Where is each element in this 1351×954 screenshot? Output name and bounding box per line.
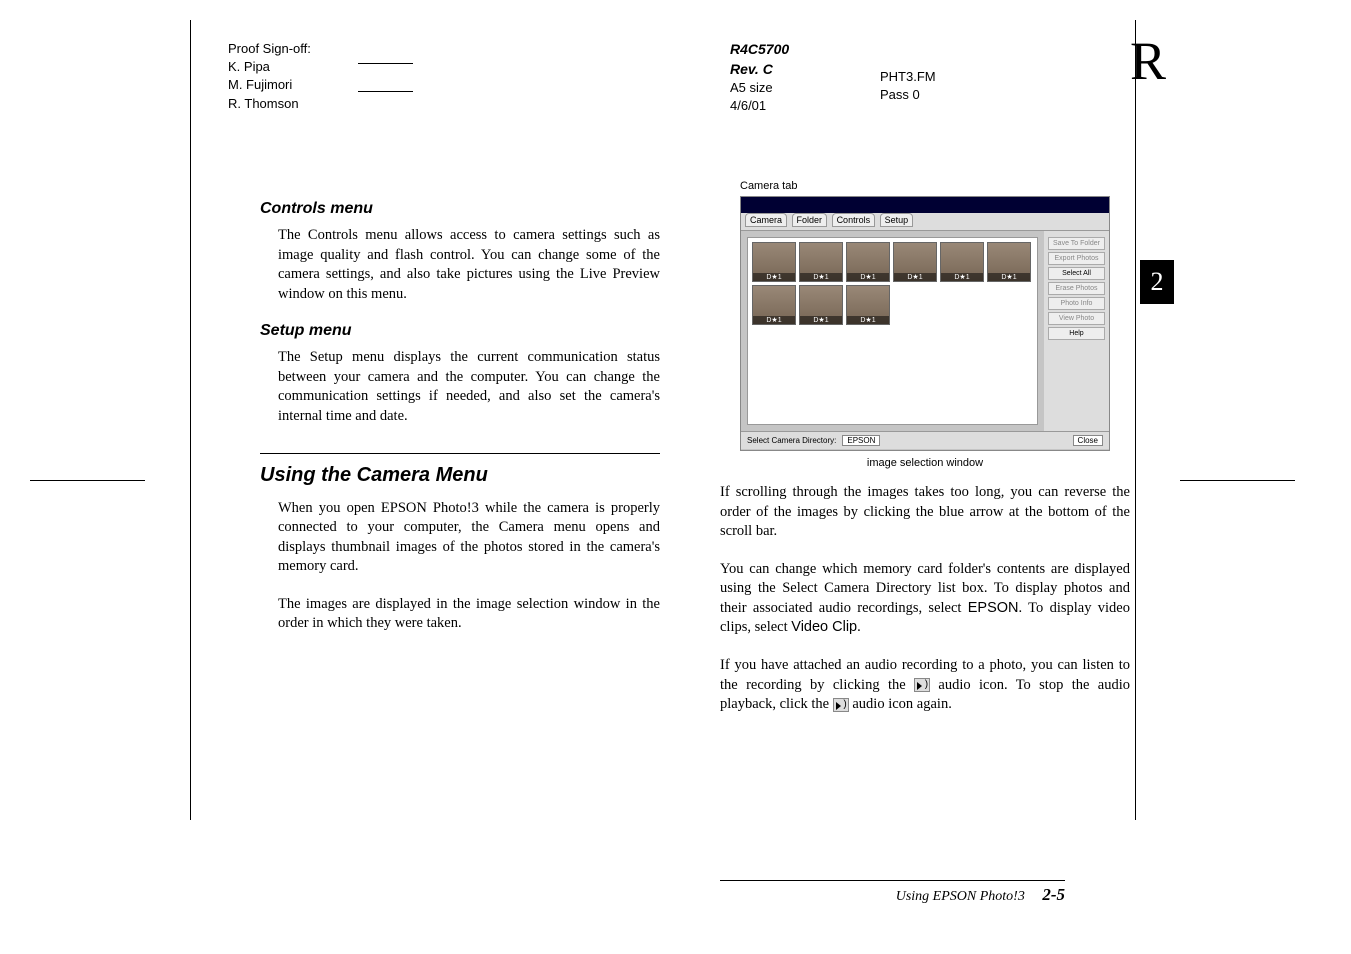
shot-tab-folder: Folder: [792, 213, 828, 227]
heading-setup-menu: Setup menu: [260, 322, 660, 340]
para-controls: The Controls menu allows access to camer…: [278, 226, 660, 304]
footer-page-number: 2-5: [1042, 885, 1065, 904]
doc-header-block: R4C5700 Rev. C A5 size 4/6/01 PHT3.FM Pa…: [730, 40, 789, 116]
camera-tab-label: Camera tab: [740, 180, 1130, 192]
heading-controls-menu: Controls menu: [260, 200, 660, 218]
section-divider: [260, 453, 660, 454]
shot-btn: View Photo: [1048, 312, 1105, 325]
doc-code: R4C5700: [730, 40, 789, 60]
audio-icon: [914, 678, 930, 692]
shot-btn: Save To Folder: [1048, 237, 1105, 250]
shot-thumb: [846, 285, 890, 325]
signer-1: K. Pipa: [228, 58, 311, 76]
crop-mark-mid-right: [1180, 480, 1295, 481]
shot-thumbnail-grid: [747, 237, 1038, 425]
para-using-2: The images are displayed in the image se…: [278, 595, 660, 634]
shot-thumb: [846, 242, 890, 282]
para-using-1: When you open EPSON Photo!3 while the ca…: [278, 499, 660, 577]
shot-btn-help: Help: [1048, 327, 1105, 340]
shot-thumb: [893, 242, 937, 282]
app-screenshot: Camera Folder Controls Setup: [740, 196, 1110, 451]
doc-size: A5 size: [730, 79, 789, 97]
signer-3: R. Thomson: [228, 95, 311, 113]
shot-thumb: [799, 285, 843, 325]
footer-title: Using EPSON Photo!3: [896, 889, 1025, 904]
proof-label: Proof Sign-off:: [228, 40, 311, 58]
screenshot-caption: image selection window: [720, 457, 1130, 469]
crop-mark-mid-left: [30, 480, 145, 481]
shot-tab-controls: Controls: [832, 213, 876, 227]
crop-guide-right: [1135, 20, 1136, 820]
doc-pass: Pass 0: [880, 86, 936, 104]
shot-btn: Export Photos: [1048, 252, 1105, 265]
shot-thumb: [752, 242, 796, 282]
page-footer: Using EPSON Photo!3 2-5: [720, 880, 1065, 905]
shot-tab-setup: Setup: [880, 213, 914, 227]
shot-tabs: Camera Folder Controls Setup: [741, 213, 1109, 231]
doc-date: 4/6/01: [730, 97, 789, 115]
shot-thumb: [940, 242, 984, 282]
audio-icon: [833, 698, 849, 712]
heading-using-camera-menu: Using the Camera Menu: [260, 460, 660, 487]
page-side-letter: R: [1130, 30, 1166, 92]
shot-side-buttons: Save To Folder Export Photos Select All …: [1044, 231, 1109, 431]
doc-file: PHT3.FM: [880, 68, 936, 86]
para-directory: You can change which memory card folder'…: [720, 560, 1130, 638]
shot-btn: Photo Info: [1048, 297, 1105, 310]
para-setup: The Setup menu displays the current comm…: [278, 348, 660, 426]
crop-guide-left: [190, 20, 191, 820]
signer-2: M. Fujimori: [228, 76, 311, 94]
shot-btn: Erase Photos: [1048, 282, 1105, 295]
shot-btn: Select All: [1048, 267, 1105, 280]
proof-signoff-block: Proof Sign-off: K. Pipa M. Fujimori R. T…: [228, 40, 311, 113]
para-scroll: If scrolling through the images takes to…: [720, 483, 1130, 542]
shot-thumb: [752, 285, 796, 325]
doc-rev: Rev. C: [730, 60, 789, 80]
shot-tab-camera: Camera: [745, 213, 787, 227]
shot-thumb: [987, 242, 1031, 282]
shot-thumb: [799, 242, 843, 282]
chapter-tab: 2: [1140, 260, 1174, 304]
shot-bottom-bar: Select Camera Directory: EPSON Close: [741, 431, 1109, 449]
para-audio: If you have attached an audio recording …: [720, 656, 1130, 715]
